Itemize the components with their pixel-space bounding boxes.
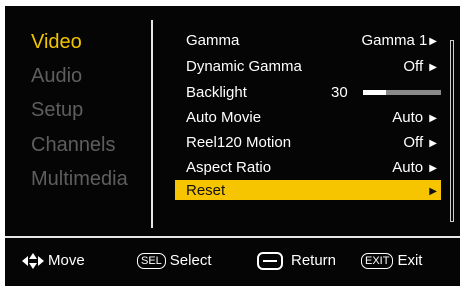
right-arrow-icon: ▶	[429, 138, 437, 149]
hint-move-label: Move	[48, 252, 85, 270]
tv-menu-screen: Video Audio Setup Channels Multimedia Ga…	[5, 6, 460, 286]
setting-value: Gamma 1 ▶	[361, 32, 437, 49]
setting-value: Off ▶	[403, 134, 437, 151]
setting-aspect-ratio[interactable]: Aspect Ratio Auto ▶	[186, 157, 441, 177]
category-multimedia[interactable]: Multimedia	[31, 167, 128, 191]
right-arrow-icon: ▶	[429, 186, 437, 197]
scrollbar[interactable]	[450, 40, 454, 222]
sel-key-icon: SEL	[137, 253, 166, 270]
setting-label: Auto Movie	[186, 109, 262, 126]
setting-dynamic-gamma[interactable]: Dynamic Gamma Off ▶	[186, 56, 441, 76]
exit-key-icon: EXIT	[361, 253, 394, 270]
setting-value: Off ▶	[403, 58, 437, 75]
right-arrow-icon: ▶	[429, 113, 437, 124]
setting-label: Gamma	[186, 32, 240, 49]
vertical-divider	[151, 20, 153, 228]
right-arrow-icon: ▶	[429, 163, 437, 174]
setting-auto-movie[interactable]: Auto Movie Auto ▶	[186, 107, 441, 127]
slider-fill	[363, 90, 387, 95]
setting-value: ▶	[427, 182, 437, 199]
setting-reset[interactable]: Reset ▶	[175, 180, 441, 200]
backlight-value: 30	[331, 84, 348, 101]
setting-label: Dynamic Gamma	[186, 58, 302, 75]
backlight-slider[interactable]	[363, 90, 441, 95]
setting-value: Auto ▶	[392, 109, 437, 126]
hint-move: Move	[22, 250, 85, 272]
hint-return-label: Return	[291, 252, 337, 270]
setting-gamma[interactable]: Gamma Gamma 1 ▶	[186, 30, 441, 50]
hint-exit-label: Exit	[397, 252, 423, 270]
hint-return: Return	[257, 250, 336, 272]
right-arrow-icon: ▶	[429, 62, 437, 73]
arrows-icon	[22, 253, 44, 270]
hint-select: SEL Select	[137, 250, 212, 272]
category-setup[interactable]: Setup	[31, 98, 83, 122]
category-audio[interactable]: Audio	[31, 64, 82, 88]
setting-reel120-motion[interactable]: Reel120 Motion Off ▶	[186, 132, 441, 152]
category-video[interactable]: Video	[31, 30, 82, 54]
return-key-icon	[257, 252, 283, 271]
hint-select-label: Select	[169, 252, 212, 270]
setting-label: Reset	[186, 182, 226, 199]
setting-value: Auto ▶	[392, 159, 437, 176]
setting-label: Reel120 Motion	[186, 134, 292, 151]
category-channels[interactable]: Channels	[31, 133, 116, 157]
setting-label: Backlight	[186, 84, 247, 101]
setting-label: Aspect Ratio	[186, 159, 272, 176]
right-arrow-icon: ▶	[429, 36, 437, 47]
hint-exit: EXIT Exit	[361, 250, 422, 272]
horizontal-divider	[5, 236, 460, 238]
setting-backlight[interactable]: Backlight 30	[186, 82, 441, 102]
